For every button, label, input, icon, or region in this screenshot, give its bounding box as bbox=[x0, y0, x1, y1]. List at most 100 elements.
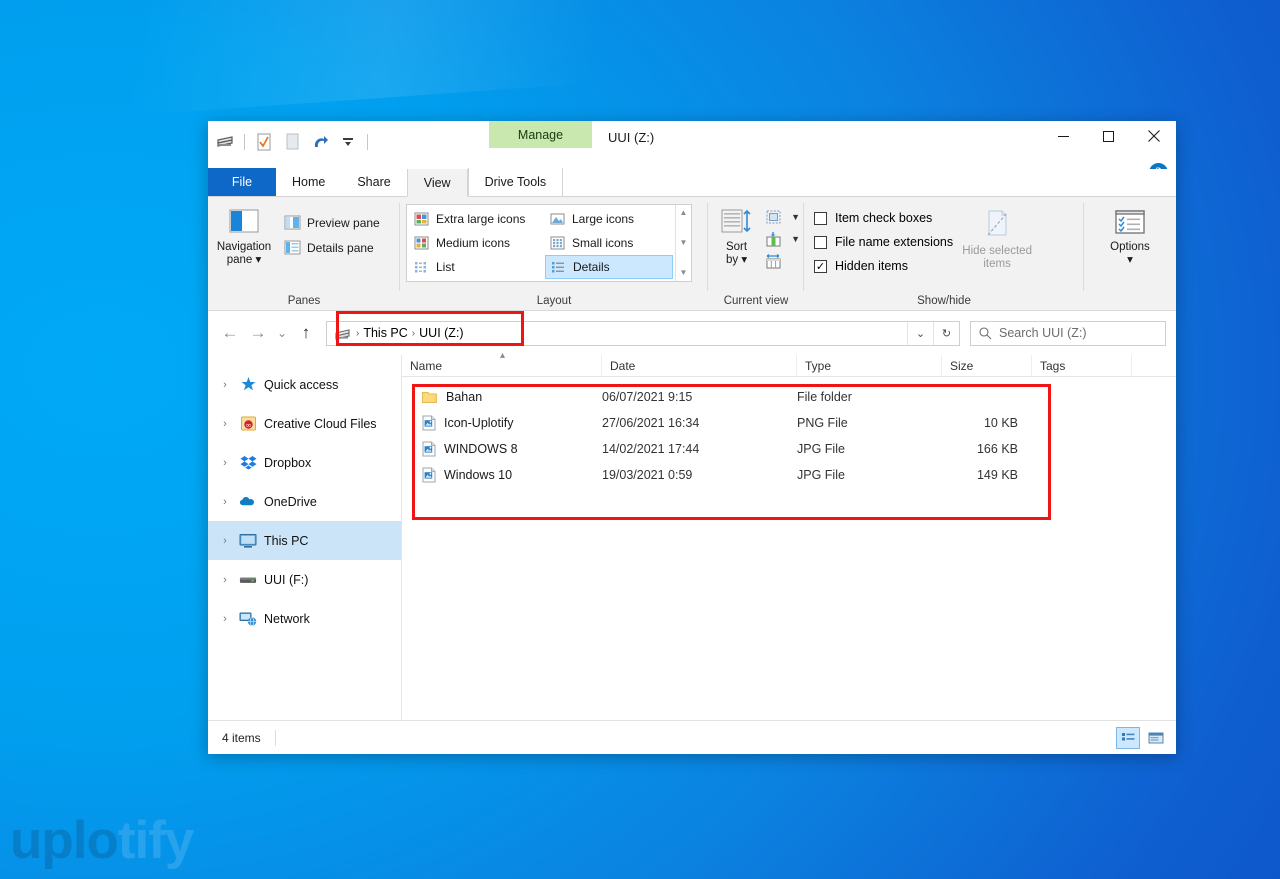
file-name-label: Bahan bbox=[446, 390, 483, 404]
file-date-cell: 19/03/2021 0:59 bbox=[602, 468, 693, 482]
address-bar[interactable]: › This PC › UUI (Z:) ⌄ ↻ bbox=[326, 320, 960, 346]
search-input[interactable]: Search UUI (Z:) bbox=[999, 326, 1087, 340]
hide-selected-items-button[interactable]: Hide selected items bbox=[953, 206, 1041, 271]
chevron-down-icon[interactable]: ▼ bbox=[791, 234, 800, 244]
breadcrumb-separator[interactable]: › bbox=[356, 328, 359, 339]
chevron-right-icon[interactable]: › bbox=[218, 535, 232, 547]
layout-small-icons[interactable]: Small icons bbox=[545, 231, 673, 255]
hidden-items-checkbox[interactable]: ✓ Hidden items bbox=[814, 254, 953, 278]
search-box[interactable]: Search UUI (Z:) bbox=[970, 320, 1166, 346]
table-row[interactable]: Windows 10 19/03/2021 0:59 JPG File 149 … bbox=[402, 462, 1176, 488]
file-name-cell: WINDOWS 8 bbox=[402, 441, 602, 457]
chevron-right-icon[interactable]: › bbox=[218, 418, 232, 430]
file-type-cell: JPG File bbox=[797, 468, 845, 482]
ribbon-group-label-panes: Panes bbox=[287, 295, 321, 307]
table-row[interactable]: Bahan 06/07/2021 9:15 File folder bbox=[402, 384, 1176, 410]
recent-locations-button[interactable]: ⌄ bbox=[272, 319, 292, 347]
chevron-right-icon[interactable]: › bbox=[218, 379, 232, 391]
options-button[interactable]: Options ▾ bbox=[1090, 202, 1170, 267]
file-name-cell: Bahan bbox=[402, 390, 602, 404]
file-name-extensions-checkbox[interactable]: File name extensions bbox=[814, 230, 953, 254]
this-pc-icon bbox=[239, 532, 257, 550]
scroll-up-icon[interactable]: ▲ bbox=[680, 209, 688, 217]
choose-columns-button[interactable]: ▼ bbox=[761, 228, 804, 250]
drive-icon[interactable] bbox=[333, 325, 352, 342]
add-columns-button[interactable]: ▼ bbox=[761, 206, 804, 228]
table-row[interactable]: Icon-Uplotify 27/06/2021 16:34 PNG File … bbox=[402, 410, 1176, 436]
layout-medium-icons[interactable]: Medium icons bbox=[409, 231, 545, 255]
refresh-button[interactable]: ↻ bbox=[933, 321, 959, 345]
chevron-right-icon[interactable]: › bbox=[218, 613, 232, 625]
column-header-size[interactable]: Size bbox=[942, 354, 1032, 377]
table-row[interactable]: WINDOWS 8 14/02/2021 17:44 JPG File 166 … bbox=[402, 436, 1176, 462]
large-icons-view-button[interactable] bbox=[1144, 727, 1168, 749]
sidebar-item-uui-f[interactable]: › UUI (F:) bbox=[208, 560, 401, 599]
details-pane-button[interactable]: Details pane bbox=[280, 235, 384, 260]
sidebar-item-creative-cloud-files[interactable]: › ∞ Creative Cloud Files bbox=[208, 404, 401, 443]
tab-share[interactable]: Share bbox=[341, 168, 406, 196]
minimize-button[interactable] bbox=[1041, 121, 1086, 151]
layout-large-icons[interactable]: Large icons bbox=[545, 207, 673, 231]
item-check-boxes-checkbox[interactable]: Item check boxes bbox=[814, 206, 953, 230]
chevron-right-icon[interactable]: › bbox=[218, 496, 232, 508]
chevron-down-icon[interactable]: ▼ bbox=[791, 212, 800, 222]
column-header-date[interactable]: Date bbox=[602, 354, 797, 377]
drive-icon[interactable] bbox=[214, 131, 236, 153]
forward-button[interactable]: → bbox=[244, 319, 272, 347]
file-size-cell: 10 KB bbox=[983, 416, 1018, 430]
ribbon: Navigation pane ▾ Preview pane Details p… bbox=[208, 197, 1176, 311]
wallpaper-swoosh bbox=[0, 0, 705, 125]
svg-text:∞: ∞ bbox=[245, 421, 250, 430]
new-folder-icon[interactable] bbox=[281, 131, 303, 153]
back-button[interactable]: ← bbox=[216, 319, 244, 347]
properties-icon[interactable] bbox=[253, 131, 275, 153]
scroll-down-icon[interactable]: ▼ bbox=[680, 239, 688, 247]
file-type-cell: File folder bbox=[797, 390, 852, 404]
breadcrumb-this-pc[interactable]: This PC bbox=[363, 326, 407, 340]
preview-pane-button[interactable]: Preview pane bbox=[280, 210, 384, 235]
maximize-button[interactable] bbox=[1086, 121, 1131, 151]
chevron-right-icon[interactable]: › bbox=[218, 574, 232, 586]
gallery-expand-icon[interactable]: ▼ bbox=[680, 269, 688, 277]
chevron-down-icon: ▾ bbox=[255, 254, 262, 266]
size-all-columns-button[interactable] bbox=[761, 250, 804, 272]
tab-home[interactable]: Home bbox=[276, 168, 341, 196]
item-check-boxes-label: Item check boxes bbox=[835, 211, 933, 225]
column-header-type[interactable]: Type bbox=[797, 354, 942, 377]
layout-gallery-scrollbar[interactable]: ▲ ▼ ▼ bbox=[675, 205, 691, 281]
sidebar-item-quick-access[interactable]: › Quick access bbox=[208, 365, 401, 404]
window-title: UUI (Z:) bbox=[608, 130, 655, 145]
sidebar-item-onedrive[interactable]: › OneDrive bbox=[208, 482, 401, 521]
column-header-tags[interactable]: Tags bbox=[1032, 354, 1132, 377]
sidebar-item-network[interactable]: › Network bbox=[208, 599, 401, 638]
close-button[interactable] bbox=[1131, 121, 1176, 151]
sidebar-item-this-pc[interactable]: › This PC bbox=[208, 521, 401, 560]
qat-separator-2 bbox=[367, 134, 368, 150]
details-view-button[interactable] bbox=[1116, 726, 1140, 749]
customize-qat-icon[interactable] bbox=[337, 131, 359, 153]
size-columns-icon bbox=[765, 253, 787, 270]
address-dropdown-button[interactable]: ⌄ bbox=[907, 321, 933, 345]
up-button[interactable]: ↑ bbox=[292, 319, 320, 347]
file-date-cell: 14/02/2021 17:44 bbox=[602, 442, 700, 456]
layout-details[interactable]: Details bbox=[545, 255, 673, 279]
navigation-pane-button[interactable]: Navigation pane ▾ bbox=[208, 202, 280, 267]
watermark-part-1: uplo bbox=[10, 811, 119, 870]
small-icons-icon bbox=[550, 236, 565, 250]
layout-list[interactable]: List bbox=[409, 255, 545, 279]
details-icon bbox=[551, 260, 566, 274]
redo-icon[interactable] bbox=[309, 131, 331, 153]
layout-extra-large-icons[interactable]: Extra large icons bbox=[409, 207, 545, 231]
chevron-right-icon[interactable]: › bbox=[218, 457, 232, 469]
sidebar-item-dropbox[interactable]: › Dropbox bbox=[208, 443, 401, 482]
breadcrumb-separator[interactable]: › bbox=[412, 328, 415, 339]
tab-file[interactable]: File bbox=[208, 168, 276, 196]
sidebar-item-label: Network bbox=[264, 611, 310, 626]
tab-view[interactable]: View bbox=[406, 169, 468, 197]
ribbon-group-label-show-hide: Show/hide bbox=[917, 295, 971, 307]
breadcrumb-uui-z[interactable]: UUI (Z:) bbox=[419, 326, 463, 340]
chevron-down-icon: ▾ bbox=[741, 254, 748, 266]
sort-by-button[interactable]: Sort by ▾ bbox=[712, 202, 761, 267]
tab-drive-tools[interactable]: Drive Tools bbox=[467, 168, 564, 196]
list-icon bbox=[414, 260, 429, 274]
